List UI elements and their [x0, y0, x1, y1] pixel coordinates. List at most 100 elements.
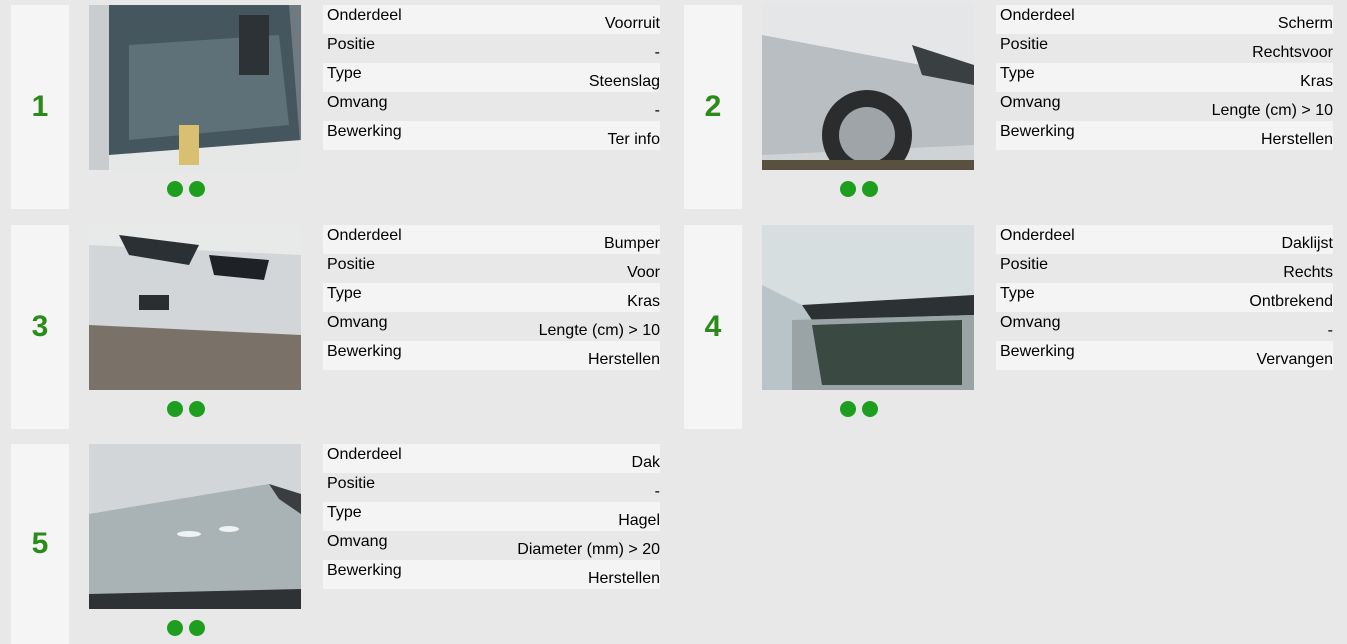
detail-row-omvang: Omvang -	[996, 312, 1333, 341]
damage-card-2: 2 Onderdeel Scherm Positie Rechtsvoor Type…	[684, 5, 1346, 209]
damage-photo[interactable]	[762, 5, 974, 170]
detail-row-type: Type Kras	[323, 283, 660, 312]
detail-label: Type	[327, 504, 362, 521]
photo-dot-2[interactable]	[189, 181, 205, 197]
damage-card-5: 5 Onderdeel Dak Positie - Type Hagel Omvang…	[11, 444, 673, 644]
damage-number: 2	[704, 90, 722, 123]
damage-details-table: Onderdeel Daklijst Positie Rechts Type Ontb…	[996, 225, 1333, 370]
damage-details-table: Onderdeel Bumper Positie Voor Type Kras Omv…	[323, 225, 660, 370]
photo-dot-1[interactable]	[167, 181, 183, 197]
detail-row-positie: Positie Rechtsvoor	[996, 34, 1333, 63]
damage-photo[interactable]	[89, 444, 301, 609]
photo-pager	[167, 181, 205, 197]
detail-value: Hagel	[618, 512, 660, 529]
damage-number: 5	[31, 527, 49, 560]
damage-details-table: Onderdeel Scherm Positie Rechtsvoor Type Kr…	[996, 5, 1333, 150]
detail-row-onderdeel: Onderdeel Bumper	[323, 225, 660, 254]
detail-label: Positie	[1000, 256, 1049, 273]
detail-label: Positie	[1000, 36, 1049, 53]
damage-report-grid: 1 Onderdeel Voorruit Positie - Type Steensl…	[0, 0, 1347, 644]
detail-label: Type	[1000, 285, 1035, 302]
detail-value: Bumper	[603, 235, 660, 252]
detail-value: Rechtsvoor	[1252, 44, 1333, 61]
damage-details-table: Onderdeel Dak Positie - Type Hagel Omvang Di…	[323, 444, 660, 589]
photo-pager	[167, 401, 205, 417]
photo-pager	[840, 401, 878, 417]
detail-label: Type	[327, 285, 362, 302]
detail-value: -	[654, 102, 660, 119]
photo-dot-1[interactable]	[167, 620, 183, 636]
photo-dot-2[interactable]	[189, 401, 205, 417]
detail-label: Bewerking	[327, 343, 402, 360]
detail-row-onderdeel: Onderdeel Daklijst	[996, 225, 1333, 254]
detail-label: Bewerking	[1000, 343, 1075, 360]
detail-label: Omvang	[327, 94, 388, 111]
detail-row-onderdeel: Onderdeel Dak	[323, 444, 660, 473]
damage-card-4: 4 Onderdeel Daklijst Positie Rechts Type On…	[684, 225, 1346, 429]
detail-value: Ter info	[607, 131, 660, 148]
detail-label: Onderdeel	[327, 7, 402, 24]
detail-value: Rechts	[1283, 264, 1333, 281]
damage-details-table: Onderdeel Voorruit Positie - Type Steenslag…	[323, 5, 660, 150]
detail-label: Type	[327, 65, 362, 82]
detail-row-type: Type Kras	[996, 63, 1333, 92]
detail-value: Scherm	[1277, 15, 1333, 32]
detail-row-bewerking: Bewerking Herstellen	[323, 341, 660, 370]
detail-label: Omvang	[327, 533, 388, 550]
detail-value: Vervangen	[1256, 351, 1333, 368]
detail-label: Type	[1000, 65, 1035, 82]
detail-row-type: Type Hagel	[323, 502, 660, 531]
photo-pager	[840, 181, 878, 197]
detail-row-omvang: Omvang Lengte (cm) > 10	[996, 92, 1333, 121]
detail-value: Steenslag	[588, 73, 660, 90]
damage-photo[interactable]	[89, 5, 301, 170]
detail-value: Herstellen	[587, 570, 660, 587]
detail-label: Bewerking	[327, 562, 402, 579]
damage-number-column: 2	[684, 5, 742, 209]
photo-dot-1[interactable]	[167, 401, 183, 417]
damage-number-column: 5	[11, 444, 69, 644]
detail-label: Onderdeel	[1000, 7, 1075, 24]
photo-dot-2[interactable]	[862, 401, 878, 417]
detail-label: Positie	[327, 475, 376, 492]
detail-row-type: Type Ontbrekend	[996, 283, 1333, 312]
detail-label: Bewerking	[1000, 123, 1075, 140]
detail-row-bewerking: Bewerking Vervangen	[996, 341, 1333, 370]
detail-row-bewerking: Bewerking Ter info	[323, 121, 660, 150]
detail-label: Bewerking	[327, 123, 402, 140]
detail-label: Onderdeel	[327, 446, 402, 463]
detail-label: Omvang	[1000, 94, 1061, 111]
photo-dot-2[interactable]	[189, 620, 205, 636]
detail-value: Voor	[627, 264, 660, 281]
photo-dot-1[interactable]	[840, 401, 856, 417]
detail-value: Herstellen	[1260, 131, 1333, 148]
detail-row-bewerking: Bewerking Herstellen	[323, 560, 660, 589]
damage-number: 1	[31, 90, 49, 123]
detail-value: Daklijst	[1281, 235, 1333, 252]
photo-dot-1[interactable]	[840, 181, 856, 197]
damage-number-column: 4	[684, 225, 742, 429]
damage-card-3: 3 Onderdeel Bumper Positie Voor Type Kras O…	[11, 225, 673, 429]
photo-pager	[167, 620, 205, 636]
detail-value: Kras	[1300, 73, 1333, 90]
damage-number: 3	[31, 310, 49, 343]
detail-value: Kras	[627, 293, 660, 310]
detail-row-type: Type Steenslag	[323, 63, 660, 92]
photo-dot-2[interactable]	[862, 181, 878, 197]
detail-row-onderdeel: Onderdeel Voorruit	[323, 5, 660, 34]
detail-row-positie: Positie Voor	[323, 254, 660, 283]
detail-value: -	[1327, 322, 1333, 339]
detail-row-bewerking: Bewerking Herstellen	[996, 121, 1333, 150]
detail-row-omvang: Omvang -	[323, 92, 660, 121]
detail-label: Positie	[327, 36, 376, 53]
detail-value: Ontbrekend	[1249, 293, 1333, 310]
detail-value: Voorruit	[604, 15, 660, 32]
detail-row-positie: Positie -	[323, 473, 660, 502]
damage-number-column: 1	[11, 5, 69, 209]
damage-photo[interactable]	[89, 225, 301, 390]
detail-label: Positie	[327, 256, 376, 273]
damage-photo[interactable]	[762, 225, 974, 390]
detail-value: Diameter (mm) > 20	[517, 541, 660, 558]
detail-row-omvang: Omvang Lengte (cm) > 10	[323, 312, 660, 341]
detail-value: Herstellen	[587, 351, 660, 368]
